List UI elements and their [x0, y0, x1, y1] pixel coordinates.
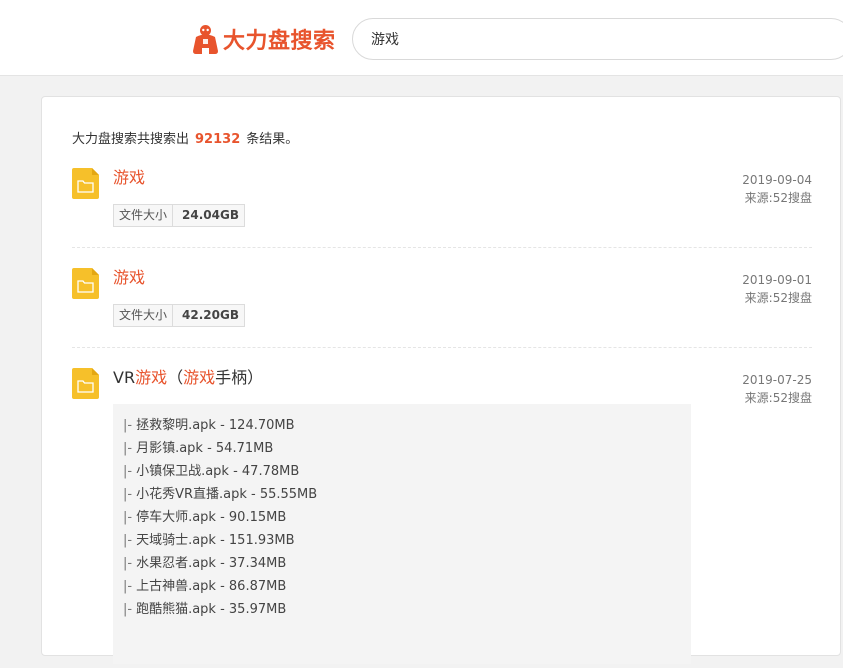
folder-icon [72, 168, 99, 199]
tree-prefix: |- [123, 602, 133, 617]
file-list-item: |- 上古神兽.apk - 86.87MB [113, 575, 691, 598]
summary-suffix: 条结果。 [246, 132, 299, 147]
result-title-link[interactable]: VR游戏（游戏手柄） [113, 368, 263, 388]
file-size-value: 42.20GB [182, 308, 239, 322]
file-entry: 月影镇.apk - 54.71MB [136, 441, 274, 456]
title-keyword: 游戏 [135, 368, 168, 387]
tree-prefix: |- [123, 510, 133, 525]
result-item: VR游戏（游戏手柄） 2019-07-25 来源:52搜盘 |- 拯救黎明.apk… [72, 368, 812, 668]
result-count: 92132 [195, 132, 241, 147]
file-list-item: |- 水果忍者.apk - 37.34MB [113, 552, 691, 575]
folder-icon [72, 368, 99, 399]
tree-prefix: |- [123, 487, 133, 502]
result-source: 来源:52搜盘 [744, 391, 812, 405]
file-entry: 小镇保卫战.apk - 47.78MB [136, 464, 300, 479]
site-logo[interactable]: 大力盘搜索 [192, 22, 336, 56]
file-list-item: |- 拯救黎明.apk - 124.70MB [113, 414, 691, 437]
file-list-item: |- 小花秀VR直播.apk - 55.55MB [113, 483, 691, 506]
file-size-tag: 文件大小 42.20GB [113, 304, 245, 327]
brand-name: 大力盘搜索 [223, 29, 336, 54]
top-header: 大力盘搜索 [0, 0, 843, 76]
file-list-item: |- 停车大师.apk - 90.15MB [113, 506, 691, 529]
result-title-link[interactable]: 游戏 [113, 268, 145, 288]
tree-prefix: |- [123, 533, 133, 548]
title-text: （ [167, 368, 184, 387]
tree-prefix: |- [123, 441, 133, 456]
title-text: VR [113, 368, 136, 387]
file-entry: 小花秀VR直播.apk - 55.55MB [136, 487, 318, 502]
tree-prefix: |- [123, 418, 133, 433]
file-list-item: |- 月影镇.apk - 54.71MB [113, 437, 691, 460]
file-size-tag: 文件大小 24.04GB [113, 204, 245, 227]
result-item: 游戏 2019-09-04 来源:52搜盘 文件大小 24.04GB [72, 168, 812, 248]
summary-prefix: 大力盘搜索共搜索出 [72, 132, 190, 147]
tree-prefix: |- [123, 556, 133, 571]
tree-prefix: |- [123, 579, 133, 594]
result-date: 2019-09-04 [742, 173, 812, 187]
result-source: 来源:52搜盘 [744, 191, 812, 205]
file-list-item: |- 小镇保卫战.apk - 47.78MB [113, 460, 691, 483]
file-list-item: |- 天域骑士.apk - 151.93MB [113, 529, 691, 552]
result-date: 2019-07-25 [742, 373, 812, 387]
folder-icon [72, 268, 99, 299]
file-size-value: 24.04GB [182, 208, 239, 222]
tree-prefix: |- [123, 464, 133, 479]
title-keyword: 游戏 [113, 268, 146, 287]
file-entry: 跑酷熊猫.apk - 35.97MB [136, 602, 287, 617]
result-source: 来源:52搜盘 [744, 291, 812, 305]
result-date: 2019-09-01 [742, 273, 812, 287]
file-entry: 水果忍者.apk - 37.34MB [136, 556, 287, 571]
file-list-item: |- 跑酷熊猫.apk - 35.97MB [113, 598, 691, 621]
file-entry: 拯救黎明.apk - 124.70MB [136, 418, 295, 433]
title-keyword: 游戏 [183, 368, 216, 387]
title-keyword: 游戏 [113, 168, 146, 187]
file-list: |- 拯救黎明.apk - 124.70MB |- 月影镇.apk - 54.71M… [113, 404, 691, 664]
result-item: 游戏 2019-09-01 来源:52搜盘 文件大小 42.20GB [72, 268, 812, 348]
file-entry: 上古神兽.apk - 86.87MB [136, 579, 287, 594]
result-summary: 大力盘搜索共搜索出 92132 条结果。 [72, 128, 298, 147]
results-card: 大力盘搜索共搜索出 92132 条结果。 游戏 2019-09-04 来源:52搜盘… [41, 96, 841, 664]
search-input[interactable] [371, 19, 831, 59]
title-text: 手柄） [215, 368, 264, 387]
result-title-link[interactable]: 游戏 [113, 168, 145, 188]
file-size-label: 文件大小 [114, 305, 174, 326]
search-box [352, 18, 843, 60]
gorilla-logo-icon [193, 25, 218, 54]
file-size-label: 文件大小 [114, 205, 174, 226]
result-meta: 2019-07-25 来源:52搜盘 [742, 371, 812, 407]
result-meta: 2019-09-01 来源:52搜盘 [742, 271, 812, 307]
file-entry: 停车大师.apk - 90.15MB [136, 510, 287, 525]
result-meta: 2019-09-04 来源:52搜盘 [742, 171, 812, 207]
file-entry: 天域骑士.apk - 151.93MB [136, 533, 295, 548]
